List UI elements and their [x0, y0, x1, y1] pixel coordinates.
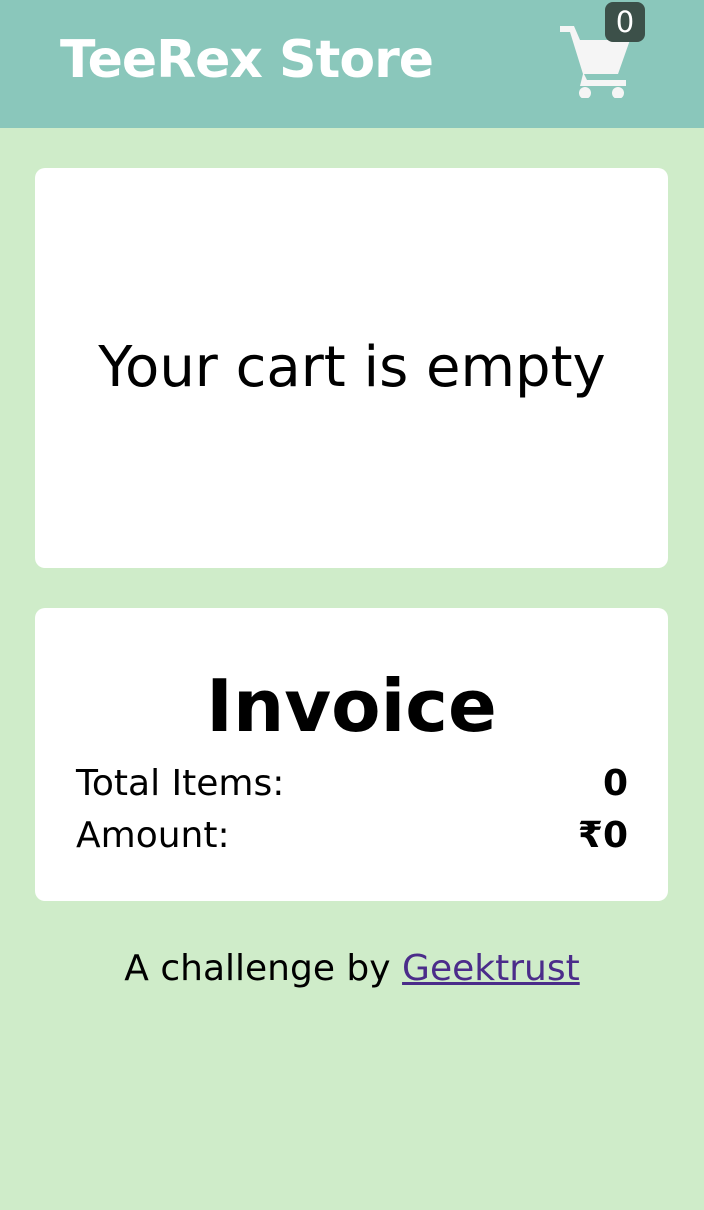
brand-title[interactable]: TeeRex Store	[60, 34, 434, 86]
invoice-panel	[35, 608, 668, 901]
total-items-label: Total Items:	[76, 763, 285, 804]
cart-count-badge: 0	[605, 2, 645, 42]
footer-credit: A challenge by Geektrust	[0, 951, 704, 987]
footer-prefix: A challenge by	[124, 948, 403, 989]
empty-cart-message: Your cart is empty	[98, 335, 606, 400]
amount-value: ₹0	[577, 815, 628, 856]
invoice-title: Invoice	[206, 664, 497, 748]
total-items-value: 0	[602, 763, 628, 804]
geektrust-link[interactable]: Geektrust	[402, 948, 580, 989]
amount-label: Amount:	[76, 815, 230, 856]
